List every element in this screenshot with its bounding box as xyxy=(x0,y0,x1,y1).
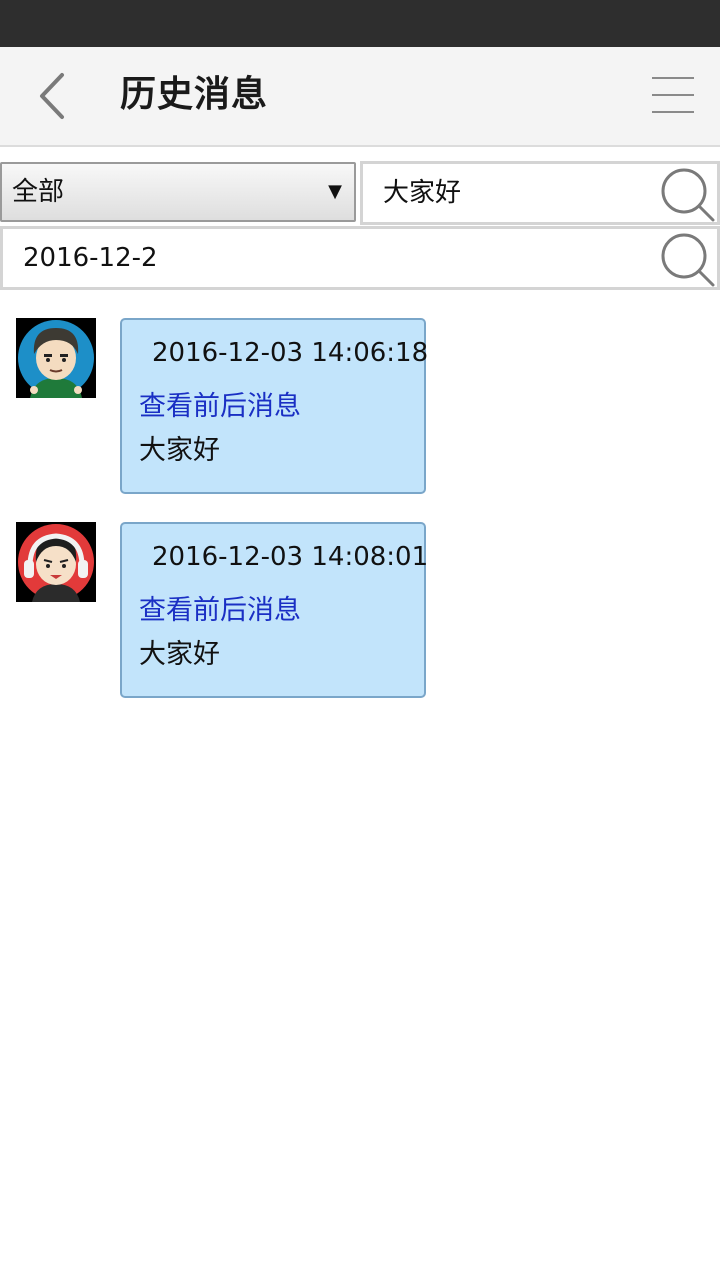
date-search-input[interactable]: 2016-12-2 xyxy=(0,226,720,290)
view-context-link[interactable]: 查看前后消息 xyxy=(139,384,301,423)
search-icon[interactable] xyxy=(659,166,715,222)
keyword-value: 大家好 xyxy=(383,178,462,208)
avatar-girl-red-headphones-icon[interactable] xyxy=(16,522,96,602)
dropdown-arrow-icon: ▼ xyxy=(328,181,342,202)
status-bar xyxy=(0,0,720,47)
page-title: 历史消息 xyxy=(120,74,269,115)
view-context-link[interactable]: 查看前后消息 xyxy=(139,588,301,627)
category-select[interactable]: 全部 ▼ xyxy=(0,162,356,222)
category-select-value: 全部 xyxy=(12,177,65,207)
message-item: 2016-12-03 14:08:01 查看前后消息 大家好 xyxy=(0,522,720,702)
message-bubble: 2016-12-03 14:06:18 查看前后消息 大家好 xyxy=(120,318,429,494)
message-time: 2016-12-03 14:06:18 xyxy=(152,338,429,368)
hamburger-menu-icon[interactable] xyxy=(648,75,698,117)
search-icon[interactable] xyxy=(659,231,715,287)
message-text: 大家好 xyxy=(139,639,220,670)
message-text: 大家好 xyxy=(139,435,220,466)
keyword-search-input[interactable]: 大家好 xyxy=(360,161,720,225)
message-bubble: 2016-12-03 14:08:01 查看前后消息 大家好 xyxy=(120,522,429,698)
avatar-boy-blue-icon[interactable] xyxy=(16,318,96,398)
message-item: 2016-12-03 14:06:18 查看前后消息 大家好 xyxy=(0,318,720,498)
message-time: 2016-12-03 14:08:01 xyxy=(152,542,429,572)
chevron-left-icon[interactable] xyxy=(30,69,80,123)
date-value: 2016-12-2 xyxy=(23,243,158,273)
title-bar: 历史消息 xyxy=(0,47,720,147)
